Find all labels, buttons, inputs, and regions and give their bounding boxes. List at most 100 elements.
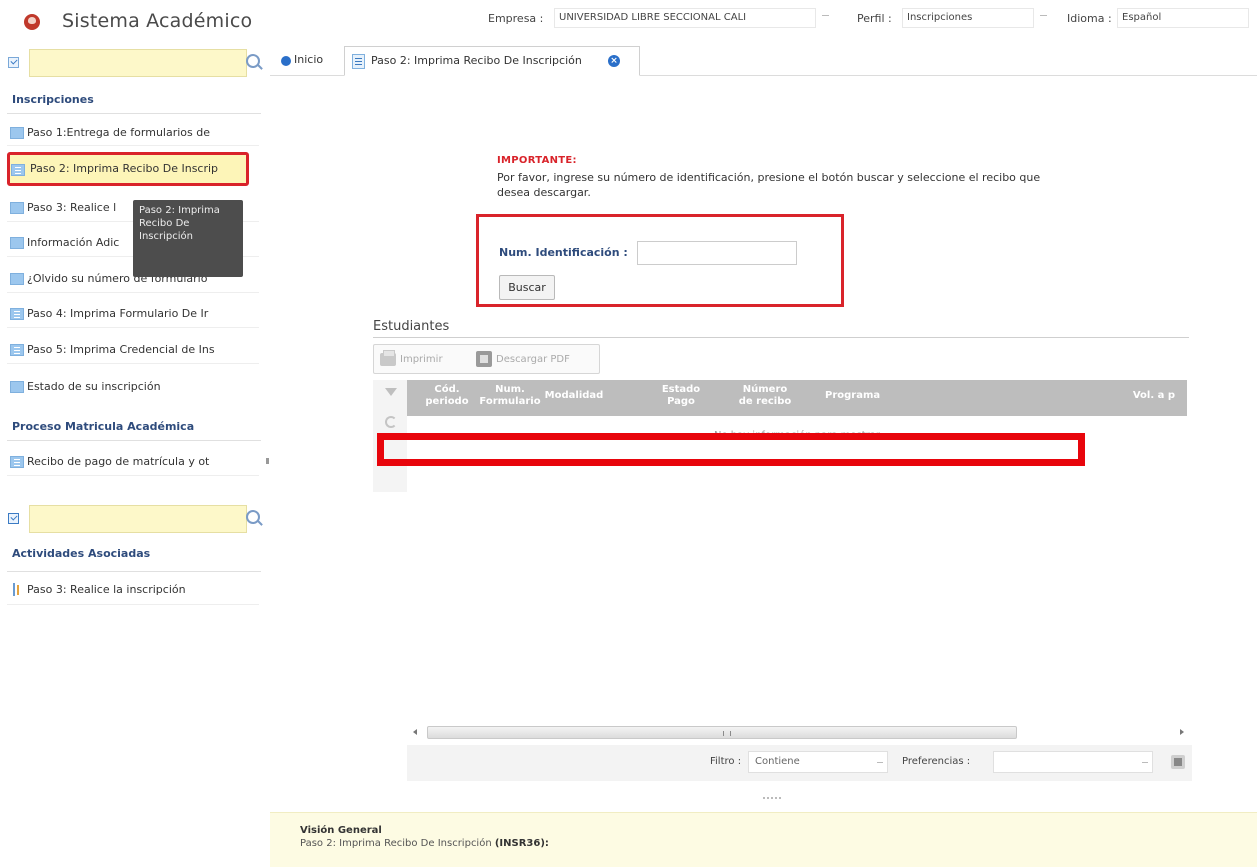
printer-icon <box>380 350 396 366</box>
sidebar-item-label: Paso 4: Imprima Formulario De Ir <box>27 307 209 320</box>
language-label: Idioma : <box>1067 12 1112 25</box>
top-header: Sistema Académico Empresa : UNIVERSIDAD … <box>0 0 1257 42</box>
university-logo-icon <box>24 14 40 30</box>
col-estado-pago[interactable]: Estado Pago <box>657 384 705 408</box>
language-select-value: Español <box>1122 12 1162 23</box>
home-dot-icon <box>281 56 291 66</box>
checklist-icon[interactable] <box>8 57 19 68</box>
students-grid-header: Cód. periodo Num. Formulario Modalidad E… <box>407 380 1187 416</box>
scroll-thumb[interactable] <box>427 726 1017 739</box>
search-icon[interactable] <box>246 510 260 524</box>
profile-select-value: Inscripciones <box>907 12 973 23</box>
profile-dropdown-icon <box>1040 15 1047 16</box>
section-actividades: Actividades Asociadas <box>12 547 151 560</box>
print-button[interactable]: Imprimir <box>378 350 443 369</box>
close-tab-icon[interactable]: × <box>608 55 620 67</box>
sidebar-search-bottom <box>7 504 263 534</box>
item-divider <box>7 292 259 293</box>
scroll-grip-icon <box>723 731 731 736</box>
checkbox-icon[interactable] <box>8 513 19 524</box>
footer-code: (INSR36): <box>494 838 549 849</box>
sidebar-item-paso-4[interactable]: Paso 4: Imprima Formulario De Ir <box>7 302 251 326</box>
folder-icon <box>10 273 24 285</box>
notice-title: IMPORTANTE: <box>497 155 577 166</box>
sidebar-item-recibo-matricula[interactable]: Recibo de pago de matrícula y ot <box>7 450 251 474</box>
footer-subtitle-text: Paso 2: Imprima Recibo De Inscripción <box>300 838 492 849</box>
activities-search-input[interactable] <box>29 505 247 533</box>
horizontal-scrollbar[interactable] <box>407 725 1192 741</box>
col-programa[interactable]: Programa <box>825 390 885 402</box>
folder-icon <box>10 202 24 214</box>
app-title: Sistema Académico <box>62 10 253 32</box>
col-num-formulario[interactable]: Num. Formulario <box>477 384 543 408</box>
search-button[interactable]: Buscar <box>499 275 555 300</box>
download-pdf-label: Descargar PDF <box>496 354 570 365</box>
filter-select[interactable]: Contiene <box>748 751 888 773</box>
company-dropdown-icon <box>822 15 829 16</box>
tab-label: Paso 2: Imprima Recibo De Inscripción <box>371 54 582 67</box>
col-valor[interactable]: Vol. a p <box>1119 390 1175 402</box>
company-select[interactable]: UNIVERSIDAD LIBRE SECCIONAL CALI <box>554 8 829 28</box>
scroll-left-icon[interactable] <box>413 729 417 735</box>
item-divider <box>7 363 259 364</box>
col-cod-periodo[interactable]: Cód. periodo <box>423 384 471 408</box>
search-icon[interactable] <box>246 54 260 68</box>
section-matricula: Proceso Matricula Académica <box>12 420 195 433</box>
download-pdf-button[interactable]: Descargar PDF <box>474 351 570 369</box>
sidebar-search-top <box>7 48 263 78</box>
more-dots-icon[interactable] <box>763 797 781 799</box>
profile-select[interactable]: Inscripciones <box>902 8 1047 28</box>
sidebar-collapse-handle[interactable] <box>266 458 269 464</box>
tab-bar: Inicio Paso 2: Imprima Recibo De Inscrip… <box>270 46 1257 76</box>
export-icon[interactable] <box>1171 755 1185 769</box>
sidebar-item-paso-5[interactable]: Paso 5: Imprima Credencial de Ins <box>7 338 251 362</box>
document-icon <box>352 54 365 69</box>
filter-dropdown-icon <box>877 762 883 763</box>
sidebar-tooltip: Paso 2: Imprima Recibo De Inscripción <box>133 200 243 277</box>
sidebar-item-label: Estado de su inscripción <box>27 380 161 393</box>
profile-label: Perfil : <box>857 12 892 25</box>
sidebar-item-paso-1[interactable]: Paso 1:Entrega de formularios de <box>7 121 251 145</box>
sidebar-item-label: Información Adic <box>27 236 120 249</box>
section-divider <box>7 113 261 114</box>
item-divider <box>7 145 259 146</box>
tab-paso-2[interactable]: Paso 2: Imprima Recibo De Inscripción × <box>344 46 640 76</box>
pdf-icon <box>476 351 492 367</box>
sidebar-item-label: Paso 1:Entrega de formularios de <box>27 126 210 139</box>
section-divider <box>7 440 261 441</box>
grid-bottom-bar: Filtro : Contiene Preferencias : <box>407 745 1192 781</box>
refresh-icon[interactable] <box>385 416 397 428</box>
folder-icon <box>10 127 24 139</box>
identification-label: Num. Identificación : <box>499 246 628 259</box>
company-select-value: UNIVERSIDAD LIBRE SECCIONAL CALI <box>559 12 747 23</box>
sidebar-search-input[interactable] <box>29 49 247 77</box>
preferences-dropdown-icon <box>1142 762 1148 763</box>
preferences-select[interactable] <box>993 751 1153 773</box>
item-divider <box>7 604 259 605</box>
tab-inicio[interactable]: Inicio <box>278 46 344 76</box>
sidebar-item-paso-2[interactable]: Paso 2: Imprima Recibo De Inscrip <box>7 152 249 186</box>
print-button-label: Imprimir <box>400 354 443 365</box>
sidebar-item-estado[interactable]: Estado de su inscripción <box>7 375 251 399</box>
section-divider <box>7 571 261 572</box>
folder-icon <box>10 381 24 393</box>
filter-icon[interactable] <box>385 388 397 396</box>
col-modalidad[interactable]: Modalidad <box>544 390 604 402</box>
overview-footer: Visión General Paso 2: Imprima Recibo De… <box>270 812 1257 867</box>
sidebar: Inscripciones Paso 1:Entrega de formular… <box>0 42 262 682</box>
highlight-annotation <box>377 433 1085 466</box>
sidebar-item-label: Paso 5: Imprima Credencial de Ins <box>27 343 215 356</box>
footer-subtitle: Paso 2: Imprima Recibo De Inscripción (I… <box>300 838 549 849</box>
scroll-right-icon[interactable] <box>1180 729 1184 735</box>
activity-item-paso-3[interactable]: Paso 3: Realice la inscripción <box>7 578 251 602</box>
document-icon <box>10 308 24 320</box>
language-select[interactable]: Español <box>1117 8 1249 28</box>
identification-input[interactable] <box>637 241 797 265</box>
tab-label: Inicio <box>294 53 324 66</box>
document-icon <box>10 456 24 468</box>
activity-item-label: Paso 3: Realice la inscripción <box>27 583 186 596</box>
col-numero-recibo[interactable]: Número de recibo <box>737 384 793 408</box>
identification-search-panel: Num. Identificación : Buscar <box>476 214 844 307</box>
sidebar-item-label: Paso 3: Realice l <box>27 201 117 214</box>
students-divider <box>373 337 1189 338</box>
